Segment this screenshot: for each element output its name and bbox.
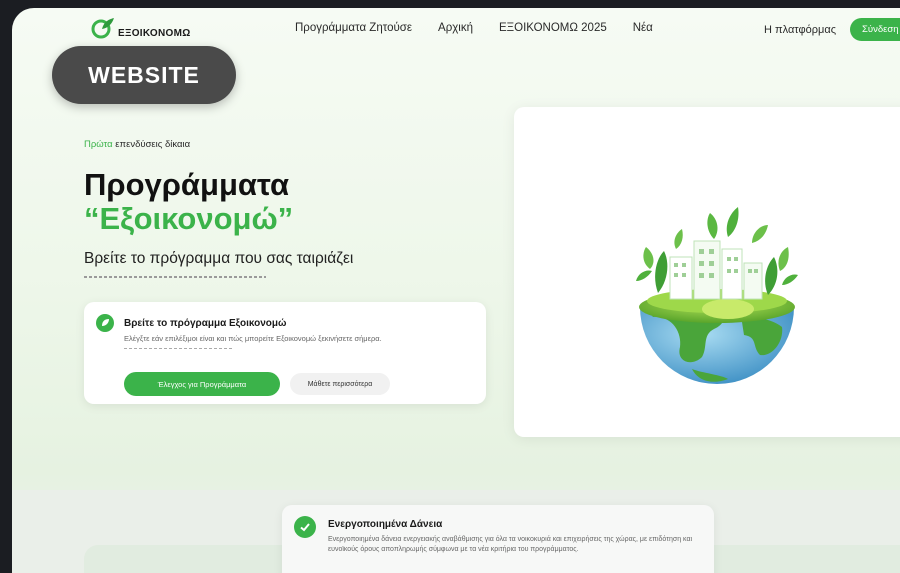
hero-image-panel xyxy=(514,107,900,437)
site-logo[interactable]: ΕΞΟΙΚΟΝΟΜΩ xyxy=(90,15,191,41)
hero-title: Προγράμματα xyxy=(84,167,289,202)
program-finder-card: Βρείτε το πρόγραμμα Εξοικονομώ Ελέγξτε ε… xyxy=(84,302,486,404)
logo-text: ΕΞΟΙΚΟΝΟΜΩ xyxy=(118,27,191,39)
card-divider xyxy=(124,348,234,349)
nav-link-programs[interactable]: Προγράμματα Ζητούσε xyxy=(295,22,412,34)
nav-link-news[interactable]: Νέα xyxy=(633,22,653,34)
browser-screen: ΕΞΟΙΚΟΝΟΜΩ Προγράμματα Ζητούσε Αρχική ΕΞ… xyxy=(12,8,900,573)
nav-link-home[interactable]: Αρχική xyxy=(438,22,473,34)
check-circle-icon xyxy=(294,516,316,538)
info-card-title: Ενεργοποιημένα Δάνεια xyxy=(328,519,443,530)
info-card-description: Ενεργοποιημένα δάνεια ενεργειακής αναβάθ… xyxy=(328,536,693,553)
website-badge: WEBSITE xyxy=(52,46,236,104)
leaf-icon xyxy=(96,314,114,332)
hero-subtitle: Βρείτε το πρόγραμμα που σας ταιριάζει xyxy=(84,250,354,267)
hero-divider xyxy=(84,276,266,278)
hero-eyebrow-highlight: Πρώτα xyxy=(84,139,113,150)
hero-eyebrow: Πρώτα επενδύσεις δίκαια xyxy=(84,139,190,150)
check-programs-button[interactable]: Έλεγχος για Προγράμματα xyxy=(124,372,280,396)
nav-links: Προγράμματα Ζητούσε Αρχική ΕΞΟΙΚΟΝΟΜΩ 20… xyxy=(295,22,653,34)
learn-more-button[interactable]: Μάθετε περισσότερα xyxy=(290,373,390,395)
hero-title-highlight: “Εξοικονομώ” xyxy=(84,201,294,236)
eco-globe-illustration xyxy=(632,197,802,397)
logo-leaf-icon xyxy=(90,15,116,41)
login-button[interactable]: Σύνδεση xyxy=(850,18,900,41)
hero-eyebrow-text: επενδύσεις δίκαια xyxy=(112,139,191,150)
card-description: Ελέγξτε εάν επιλέξιμοι είναι και πώς μπο… xyxy=(124,334,382,343)
nav-link-exoikonomo-2025[interactable]: ΕΞΟΙΚΟΝΟΜΩ 2025 xyxy=(499,22,607,34)
nav-right: Η πλατφόρμας Σύνδεση xyxy=(764,18,900,41)
nav-link-platform[interactable]: Η πλατφόρμας xyxy=(764,24,836,36)
card-title: Βρείτε το πρόγραμμα Εξοικονομώ xyxy=(124,318,287,329)
loans-info-card: Ενεργοποιημένα Δάνεια Ενεργοποιημένα δάν… xyxy=(282,505,714,573)
